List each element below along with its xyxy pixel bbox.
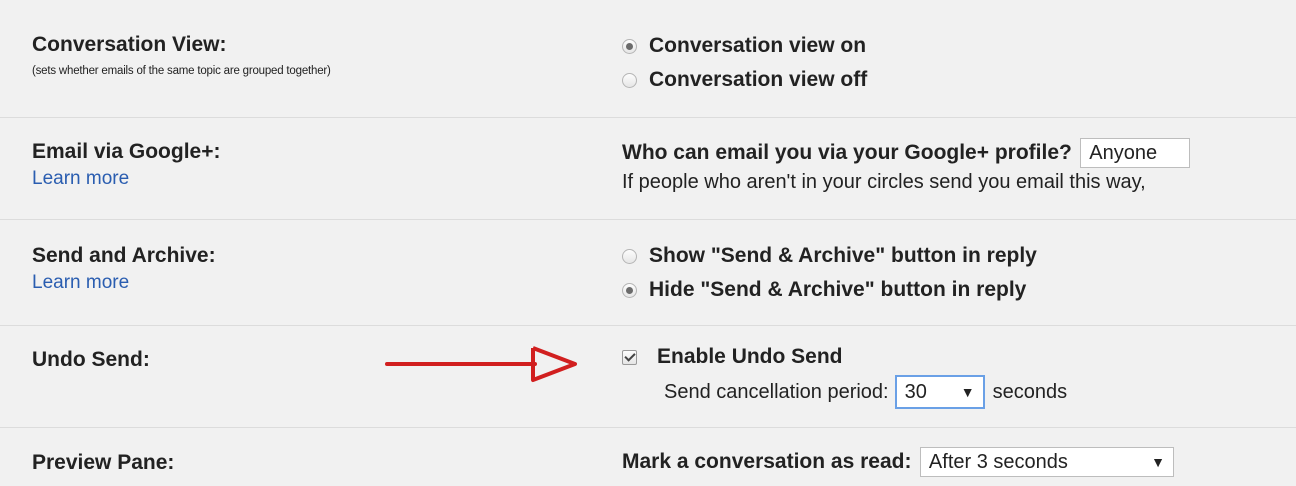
conversation-view-description: (sets whether emails of the same topic a…: [32, 65, 331, 77]
show-send-archive-option[interactable]: Show "Send & Archive" button in reply: [622, 239, 1037, 273]
show-send-archive-radio[interactable]: [622, 248, 637, 264]
conversation-view-off-radio[interactable]: [622, 72, 637, 88]
google-plus-email-question: Who can email you via your Google+ profi…: [622, 141, 1072, 164]
preview-pane-settings: Mark a conversation as read: After 3 sec…: [622, 447, 1174, 477]
chevron-down-icon: ▼: [960, 384, 975, 400]
conversation-view-on-label[interactable]: Conversation view on: [649, 34, 866, 58]
conversation-view-row: Conversation View: (sets whether emails …: [0, 0, 1296, 118]
cancellation-period-line: Send cancellation period: 30 ▼ seconds: [664, 374, 1067, 410]
undo-send-row: Undo Send: Enable Undo Send Send cancell…: [0, 326, 1296, 428]
hide-send-archive-radio[interactable]: [622, 282, 637, 298]
conversation-view-off-option[interactable]: Conversation view off: [622, 63, 867, 97]
undo-send-settings: Enable Undo Send Send cancellation perio…: [622, 340, 1067, 410]
cancellation-period-label: Send cancellation period:: [664, 380, 889, 403]
enable-undo-send-option[interactable]: Enable Undo Send: [622, 340, 1067, 374]
google-plus-email-select[interactable]: Anyone: [1080, 138, 1191, 168]
email-via-google-learn-more-link[interactable]: Learn more: [32, 168, 220, 190]
enable-undo-send-label[interactable]: Enable Undo Send: [657, 345, 843, 369]
conversation-view-on-radio[interactable]: [622, 38, 637, 54]
send-and-archive-options: Show "Send & Archive" button in reply Hi…: [622, 239, 1037, 307]
google-plus-email-note: If people who aren't in your circles sen…: [622, 171, 1146, 193]
chevron-down-icon: ▼: [1151, 454, 1165, 470]
conversation-view-title: Conversation View:: [32, 33, 227, 56]
red-arrow-annotation: [385, 346, 577, 382]
cancellation-period-unit: seconds: [992, 380, 1068, 403]
conversation-view-header: Conversation View: (sets whether emails …: [32, 33, 331, 77]
mark-as-read-label: Mark a conversation as read:: [622, 450, 912, 473]
conversation-view-on-option[interactable]: Conversation view on: [622, 29, 867, 63]
cancellation-period-select[interactable]: 30 ▼: [894, 375, 985, 409]
mark-as-read-select[interactable]: After 3 seconds ▼: [919, 447, 1174, 477]
preview-pane-row: Preview Pane: Mark a conversation as rea…: [0, 428, 1296, 486]
undo-send-header: Undo Send:: [32, 348, 150, 372]
email-via-google-title: Email via Google+:: [32, 140, 221, 163]
mark-as-read-value: After 3 seconds: [928, 450, 1068, 473]
undo-send-title: Undo Send:: [32, 348, 150, 371]
email-via-google-header: Email via Google+: Learn more: [32, 140, 220, 190]
enable-undo-send-checkbox[interactable]: [622, 349, 637, 365]
conversation-view-options: Conversation view on Conversation view o…: [622, 29, 867, 97]
preview-pane-header: Preview Pane:: [32, 451, 174, 475]
send-and-archive-title: Send and Archive:: [32, 244, 216, 267]
cancellation-period-value: 30: [904, 380, 927, 403]
send-and-archive-header: Send and Archive: Learn more: [32, 244, 216, 294]
show-send-archive-label[interactable]: Show "Send & Archive" button in reply: [649, 244, 1037, 268]
hide-send-archive-label[interactable]: Hide "Send & Archive" button in reply: [649, 278, 1026, 302]
preview-pane-title: Preview Pane:: [32, 451, 175, 474]
conversation-view-off-label[interactable]: Conversation view off: [649, 68, 867, 92]
send-and-archive-row: Send and Archive: Learn more Show "Send …: [0, 220, 1296, 326]
email-via-google-settings: Who can email you via your Google+ profi…: [622, 138, 1191, 194]
email-via-google-row: Email via Google+: Learn more Who can em…: [0, 118, 1296, 220]
hide-send-archive-option[interactable]: Hide "Send & Archive" button in reply: [622, 273, 1037, 307]
send-and-archive-learn-more-link[interactable]: Learn more: [32, 272, 216, 294]
google-plus-email-select-value: Anyone: [1089, 141, 1158, 164]
